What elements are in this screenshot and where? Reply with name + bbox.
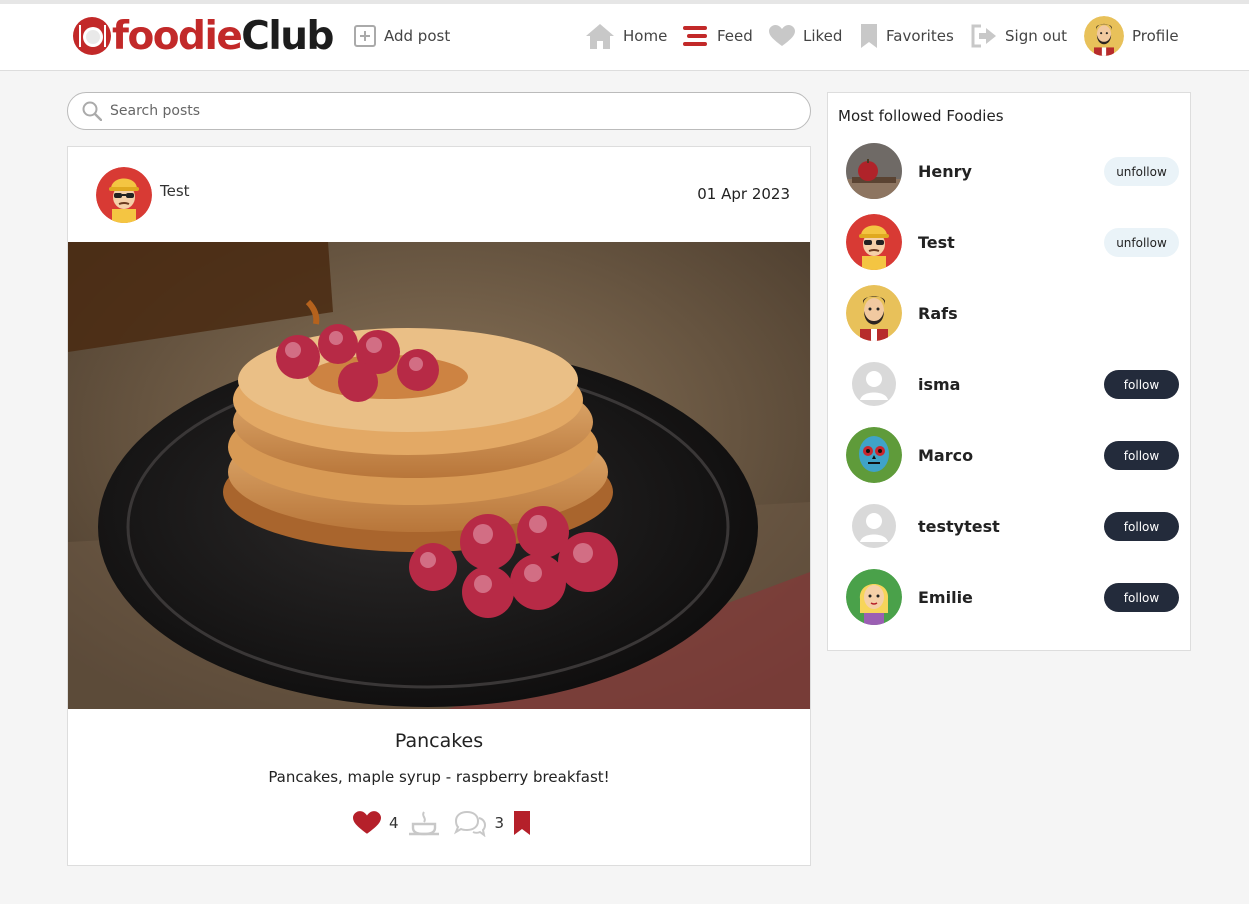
profile-avatar	[1084, 16, 1124, 56]
cooking-pot-icon[interactable]	[407, 810, 441, 836]
nav-home[interactable]: Home	[585, 18, 667, 54]
unfollow-button[interactable]: unfollow	[1104, 228, 1179, 257]
author-name: Test	[160, 182, 190, 200]
plate-logo-icon	[73, 17, 111, 55]
search-input[interactable]	[110, 103, 750, 119]
foodie-row[interactable]: Henry unfollow	[846, 143, 1179, 199]
foodie-name[interactable]: isma	[918, 375, 960, 394]
likes-count: 4	[389, 814, 399, 832]
post-description: Pancakes, maple syrup - raspberry breakf…	[268, 768, 610, 786]
like-heart-icon[interactable]	[353, 811, 381, 835]
default-avatar-icon	[846, 498, 902, 554]
navbar: foodieClub Add post Home Feed Liked Favo…	[0, 4, 1249, 71]
worker-avatar-icon	[96, 167, 152, 223]
comments-count: 3	[494, 814, 505, 832]
follow-button[interactable]: follow	[1104, 441, 1179, 470]
brand-name-part2: Club	[241, 13, 334, 59]
most-followed-panel: Most followed Foodies Henry unfollow Tes…	[827, 92, 1191, 651]
post-date: 01 Apr 2023	[697, 185, 790, 203]
follow-button[interactable]: follow	[1104, 583, 1179, 612]
post-image[interactable]	[68, 242, 810, 709]
follow-button[interactable]: follow	[1104, 512, 1179, 541]
add-square-icon	[354, 25, 376, 47]
search-bar[interactable]	[67, 92, 811, 130]
post-author[interactable]: Test	[96, 167, 190, 223]
nav-home-label: Home	[623, 27, 668, 45]
skull-avatar-icon	[846, 427, 902, 483]
nav-liked[interactable]: Liked	[769, 18, 842, 54]
nav-profile-label: Profile	[1132, 27, 1179, 45]
foodie-row[interactable]: Rafs	[846, 285, 1179, 341]
worker-avatar-icon	[846, 214, 902, 270]
unfollow-button[interactable]: unfollow	[1104, 157, 1179, 186]
nav-profile[interactable]: Profile	[1084, 16, 1179, 56]
search-icon	[82, 101, 102, 121]
foodie-name[interactable]: Rafs	[918, 304, 958, 323]
nav-add-post[interactable]: Add post	[354, 18, 450, 54]
default-avatar-icon	[846, 356, 902, 412]
nav-feed-label: Feed	[717, 27, 753, 45]
nav-liked-label: Liked	[803, 27, 843, 45]
favorite-bookmark-icon[interactable]	[512, 810, 532, 836]
nav-favorites-label: Favorites	[886, 27, 954, 45]
foodie-name[interactable]: Test	[918, 233, 955, 252]
foodie-row[interactable]: Marco follow	[846, 427, 1179, 483]
feed-icon	[683, 26, 707, 46]
logo[interactable]: foodieClub	[72, 13, 334, 59]
post-actions: 4 3	[353, 809, 532, 837]
foodie-name[interactable]: Emilie	[918, 588, 973, 607]
foodie-name[interactable]: testytest	[918, 517, 1000, 536]
heart-icon	[769, 25, 795, 46]
foodie-row[interactable]: testytest follow	[846, 498, 1179, 554]
foodie-row[interactable]: isma follow	[846, 356, 1179, 412]
bookmark-icon	[861, 24, 877, 48]
comments-icon[interactable]	[453, 809, 487, 837]
pancake-photo-icon	[68, 242, 810, 709]
foodie-row[interactable]: Test unfollow	[846, 214, 1179, 270]
author-avatar	[96, 167, 152, 223]
foodie-name[interactable]: Henry	[918, 162, 972, 181]
apple-avatar-icon	[846, 143, 902, 199]
nav-sign-out-label: Sign out	[1005, 27, 1068, 45]
follow-button[interactable]: follow	[1104, 370, 1179, 399]
nav-favorites[interactable]: Favorites	[860, 18, 954, 54]
brand-name-part1: foodie	[112, 13, 243, 59]
foodie-name[interactable]: Marco	[918, 446, 973, 465]
nav-add-post-label: Add post	[384, 27, 451, 45]
blonde-girl-avatar-icon	[846, 569, 902, 625]
nav-sign-out[interactable]: Sign out	[971, 18, 1067, 54]
most-followed-title: Most followed Foodies	[838, 107, 1004, 125]
home-icon	[586, 24, 614, 49]
brand-name: foodieClub	[112, 13, 334, 59]
sign-out-icon	[971, 24, 996, 48]
foodie-row[interactable]: Emilie follow	[846, 569, 1179, 625]
nav-feed[interactable]: Feed	[683, 18, 753, 54]
bearded-man-icon	[1084, 16, 1124, 56]
post-title: Pancakes	[394, 730, 484, 752]
post-card: Test 01 Apr 2023 Pancakes Pancakes, mapl…	[67, 146, 811, 866]
bearded-man-avatar-icon	[846, 285, 902, 341]
